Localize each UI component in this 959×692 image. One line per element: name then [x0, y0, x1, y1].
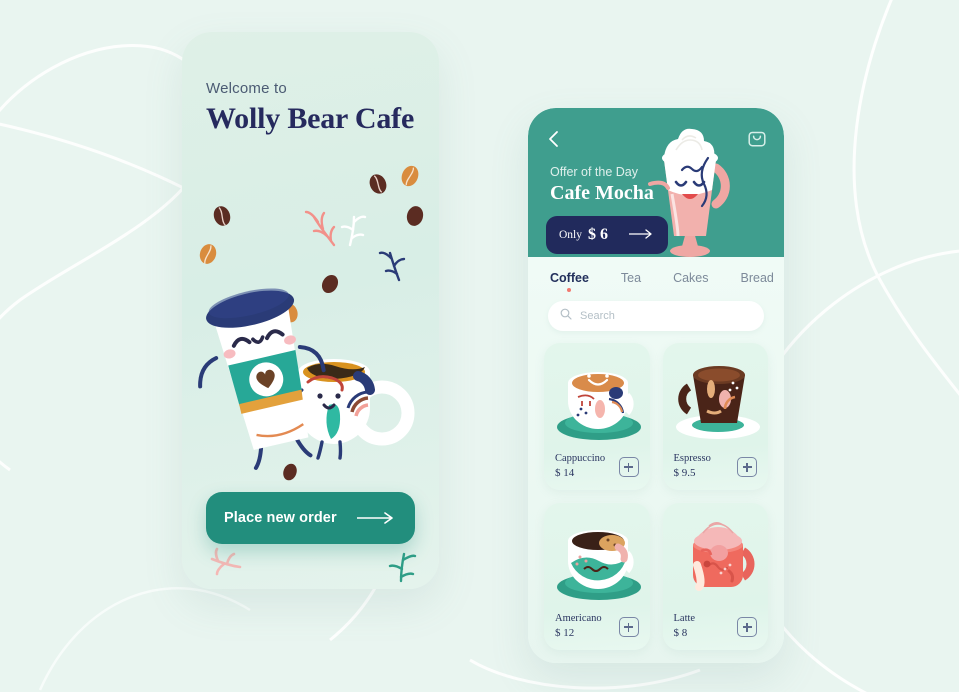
menu-body: Coffee Tea Cakes Bread Search Cappuccino…	[528, 257, 784, 663]
search-input[interactable]: Search	[548, 301, 764, 331]
chevron-left-icon[interactable]	[547, 130, 561, 153]
plus-icon[interactable]	[737, 617, 757, 637]
americano-cup-art	[557, 530, 641, 600]
plus-icon[interactable]	[737, 457, 757, 477]
plus-icon[interactable]	[618, 617, 639, 637]
product-name: Americano	[555, 613, 602, 624]
product-card-latte[interactable]: Latte $ 8	[662, 503, 768, 650]
offer-price-button[interactable]: Only $ 6	[546, 216, 668, 254]
category-tabs: Coffee Tea Cakes Bread	[528, 271, 784, 292]
app-mockup-stage: Welcome to Wolly Bear Cafe Place new ord…	[0, 0, 959, 692]
arrow-right-icon	[357, 512, 397, 524]
product-card-americano[interactable]: Americano $ 12	[544, 503, 650, 650]
product-name: Latte	[673, 613, 696, 624]
menu-screen: Offer of the Day Cafe Mocha Only $ 6 Cof…	[528, 108, 784, 663]
latte-mug-art	[692, 522, 754, 591]
product-name: Cappuccino	[555, 453, 606, 464]
welcome-screen: Welcome to Wolly Bear Cafe Place new ord…	[182, 32, 439, 589]
place-new-order-label: Place new order	[224, 510, 337, 526]
place-new-order-button[interactable]: Place new order	[206, 492, 415, 544]
product-price: $ 8	[673, 627, 688, 639]
product-card-espresso[interactable]: Espresso $ 9.5	[662, 343, 768, 490]
tab-coffee[interactable]: Coffee	[550, 271, 589, 292]
search-placeholder: Search	[580, 310, 615, 322]
tab-cakes[interactable]: Cakes	[673, 271, 708, 291]
product-card-cappuccino[interactable]: Cappuccino $ 14	[544, 343, 650, 490]
search-icon	[560, 307, 572, 325]
coffee-mug-character	[290, 359, 415, 460]
product-name: Espresso	[673, 453, 711, 464]
product-price: $ 14	[555, 467, 575, 479]
offer-price-prefix: Only	[559, 229, 582, 241]
product-price: $ 12	[555, 627, 575, 639]
tab-bread[interactable]: Bread	[741, 271, 774, 291]
offer-header: Offer of the Day Cafe Mocha Only $ 6	[528, 108, 784, 257]
background-swirls	[0, 0, 959, 692]
tab-tea[interactable]: Tea	[621, 271, 641, 291]
offer-price-value: $ 6	[588, 226, 608, 243]
product-grid: Cappuccino $ 14 Espresso $ 9.5 Americano…	[544, 343, 768, 650]
coffee-characters-illustration	[198, 288, 415, 470]
cappuccino-cup-art	[557, 372, 641, 440]
arrow-right-icon	[628, 226, 655, 244]
offer-subtitle: Offer of the Day	[550, 165, 639, 179]
plus-icon[interactable]	[618, 457, 639, 477]
product-price: $ 9.5	[673, 467, 696, 479]
espresso-mug-art	[675, 366, 760, 439]
